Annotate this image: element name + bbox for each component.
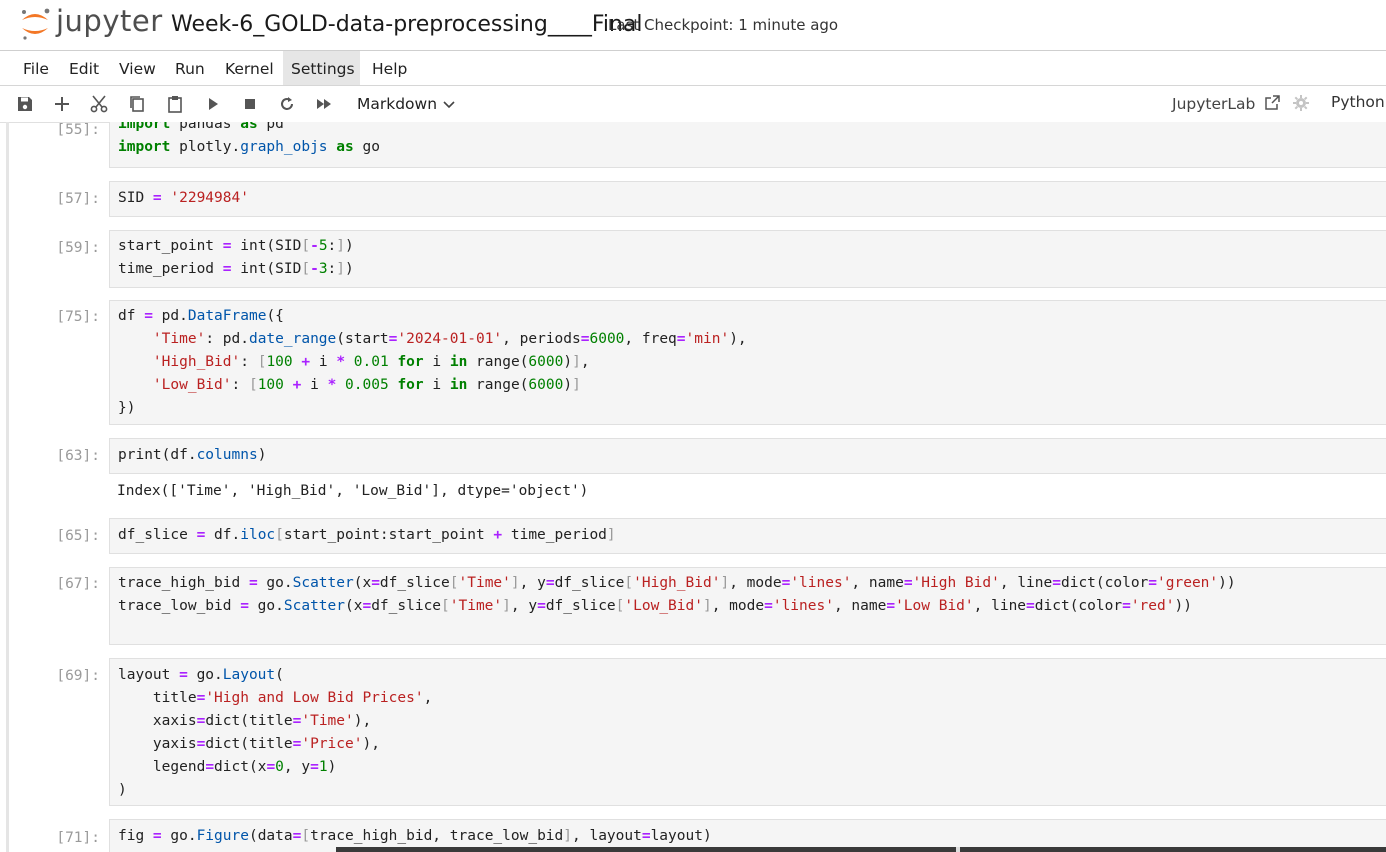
execution-count: [55]: <box>56 122 100 138</box>
fast-forward-icon <box>317 99 331 109</box>
code-text: df_slice = df.iloc[start_point:start_poi… <box>118 524 616 547</box>
code-line: legend=dict(x=0, y=1) <box>118 759 337 775</box>
code-line: time_period = int(SID[-3:]) <box>118 261 354 277</box>
code-line: 'High_Bid': [100 + i * 0.01 for i in ran… <box>152 354 590 370</box>
code-editor[interactable]: import pandas as pd import plotly.graph_… <box>109 122 1386 168</box>
code-line: layout = go.Layout( <box>118 667 284 683</box>
code-editor[interactable]: start_point = int(SID[-5:]) time_period … <box>109 230 1386 288</box>
kernel-status-gear-icon <box>1293 95 1309 111</box>
code-text: df = pd.DataFrame({ 'Time': pd.date_rang… <box>118 305 747 420</box>
code-line: import plotly.graph_objs as go <box>118 139 380 155</box>
code-text: SID = '2294984' <box>118 187 249 210</box>
execution-count: [57]: <box>56 191 100 207</box>
cell-output: Index(['Time', 'High_Bid', 'Low_Bid'], d… <box>117 483 589 499</box>
add-icon <box>55 97 69 111</box>
brand-name: jupyter <box>56 4 163 38</box>
code-editor[interactable]: layout = go.Layout( title='High and Low … <box>109 658 1386 806</box>
notebook-toolbar: Markdown JupyterLab <box>0 86 1386 123</box>
menu-view[interactable]: View <box>111 51 164 85</box>
cut-button[interactable] <box>88 93 110 115</box>
code-line: SID = '2294984' <box>118 190 249 206</box>
execution-count: [65]: <box>56 528 100 544</box>
stop-button[interactable] <box>239 93 261 115</box>
cell-collapser[interactable] <box>6 122 9 852</box>
horizontal-scrollbar[interactable] <box>336 847 1386 852</box>
code-line: yaxis=dict(title='Price'), <box>118 736 380 752</box>
code-line: df_slice = df.iloc[start_point:start_poi… <box>118 527 616 543</box>
notebook-panel: [55]: import pandas as pd import plotly.… <box>0 122 1386 852</box>
execution-count: [69]: <box>56 668 100 684</box>
external-link-icon <box>1265 95 1281 110</box>
code-text: print(df.columns) <box>118 444 266 467</box>
menu-settings[interactable]: Settings <box>283 51 360 85</box>
code-editor[interactable]: trace_high_bid = go.Scatter(x=df_slice['… <box>109 567 1386 645</box>
cell-type-select[interactable]: Markdown <box>357 93 455 115</box>
top-header: jupyter Week-6_GOLD-data-preprocessing__… <box>0 0 1386 51</box>
code-line: 'Time': pd.date_range(start='2024-01-01'… <box>152 331 747 347</box>
code-line: import pandas as pd <box>118 122 284 132</box>
menu-edit[interactable]: Edit <box>61 51 107 85</box>
checkpoint-status: Last Checkpoint: 1 minute ago <box>608 16 839 34</box>
code-text: import pandas as pd import plotly.graph_… <box>118 122 380 159</box>
run-icon <box>209 98 218 110</box>
code-line: xaxis=dict(title='Time'), <box>118 713 372 729</box>
add-cell-button[interactable] <box>51 93 73 115</box>
code-text: start_point = int(SID[-5:]) time_period … <box>118 235 354 281</box>
jupyter-logo-icon[interactable] <box>18 6 52 42</box>
copy-icon <box>130 96 144 112</box>
execution-count: [75]: <box>56 309 100 325</box>
execution-count: [71]: <box>56 830 100 846</box>
stop-icon <box>245 99 255 109</box>
menu-run[interactable]: Run <box>167 51 213 85</box>
code-editor[interactable]: df = pd.DataFrame({ 'Time': pd.date_rang… <box>109 300 1386 425</box>
code-line: df = pd.DataFrame({ <box>118 308 284 324</box>
restart-button[interactable] <box>276 93 298 115</box>
open-jupyterlab-link[interactable]: JupyterLab <box>1172 93 1281 115</box>
code-editor[interactable]: SID = '2294984' <box>109 181 1386 217</box>
kernel-name[interactable]: Python <box>1331 93 1385 111</box>
code-text: layout = go.Layout( title='High and Low … <box>118 664 432 802</box>
code-line: fig = go.Figure(data=[trace_high_bid, tr… <box>118 828 712 844</box>
code-editor[interactable]: df_slice = df.iloc[start_point:start_poi… <box>109 518 1386 554</box>
cut-icon <box>90 95 108 113</box>
execution-count: [63]: <box>56 448 100 464</box>
execution-count: [59]: <box>56 240 100 256</box>
restart-icon <box>281 97 293 110</box>
restart-run-all-button[interactable] <box>313 93 335 115</box>
menu-help[interactable]: Help <box>364 51 415 85</box>
code-editor[interactable]: print(df.columns) <box>109 438 1386 474</box>
code-line: trace_high_bid = go.Scatter(x=df_slice['… <box>118 575 1236 591</box>
code-line: trace_low_bid = go.Scatter(x=df_slice['T… <box>118 598 1192 614</box>
code-text: fig = go.Figure(data=[trace_high_bid, tr… <box>118 825 712 848</box>
code-line: print(df.columns) <box>118 447 267 463</box>
code-line: }) <box>118 400 136 416</box>
copy-button[interactable] <box>126 93 148 115</box>
execution-count: [67]: <box>56 576 100 592</box>
code-text: trace_high_bid = go.Scatter(x=df_slice['… <box>118 572 1236 618</box>
code-line: 'Low_Bid': [100 + i * 0.005 for i in ran… <box>152 377 581 393</box>
menu-bar: File Edit View Run Kernel Settings Help <box>0 51 1386 86</box>
code-line: title='High and Low Bid Prices', <box>118 690 433 706</box>
run-button[interactable] <box>202 93 224 115</box>
menu-kernel[interactable]: Kernel <box>217 51 282 85</box>
cell-type-value: Markdown <box>357 95 438 113</box>
paste-button[interactable] <box>164 93 186 115</box>
code-line: ) <box>118 782 127 798</box>
code-line: start_point = int(SID[-5:]) <box>118 238 354 254</box>
jupyterlab-label: JupyterLab <box>1172 95 1256 113</box>
notebook-title[interactable]: Week-6_GOLD-data-preprocessing____Final <box>171 12 643 37</box>
paste-icon <box>168 96 182 113</box>
save-button[interactable] <box>14 93 36 115</box>
scrollbar-thumb[interactable] <box>956 847 960 852</box>
menu-file[interactable]: File <box>15 51 57 85</box>
chevron-down-icon <box>443 100 455 108</box>
save-icon <box>18 97 32 111</box>
